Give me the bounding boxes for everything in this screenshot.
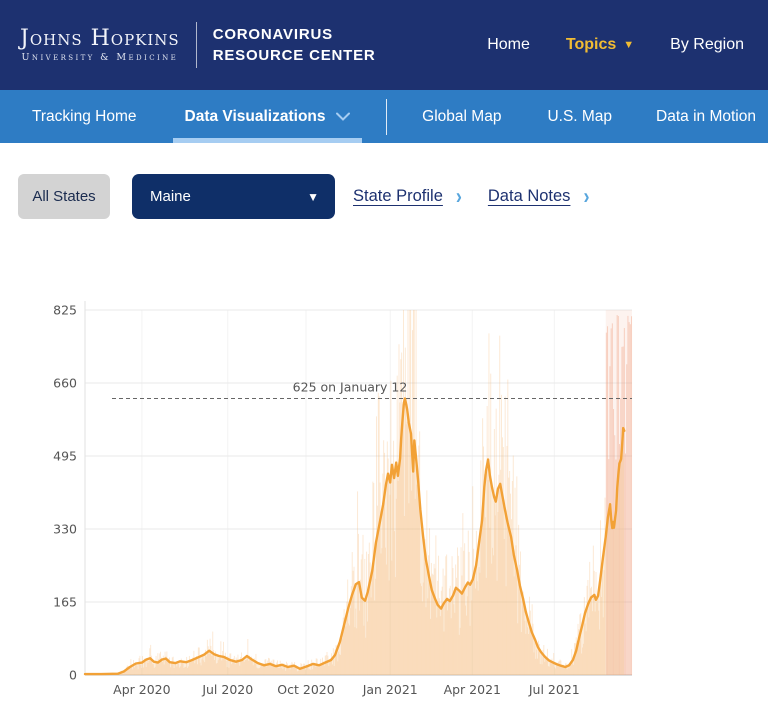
state-profile-link[interactable]: State Profile [353,187,443,206]
svg-text:495: 495 [53,449,77,464]
nav-topics[interactable]: Topics ▼ [566,36,634,54]
jhu-logo-sub: University & Medicine [22,53,179,63]
state-dropdown-value: Maine [150,188,191,205]
svg-text:0: 0 [69,668,77,683]
subnav-data-visualizations-label: Data Visualizations [185,108,326,126]
svg-text:660: 660 [53,376,77,391]
nav-home[interactable]: Home [487,36,530,54]
site-header: Johns Hopkins University & Medicine CORO… [0,0,768,90]
dropdown-caret-icon: ▼ [307,190,319,204]
subnav-global-map-label: Global Map [422,108,501,126]
site-title-line1: CORONAVIRUS [213,24,376,45]
data-notes-link[interactable]: Data Notes [488,187,571,206]
site-title: CORONAVIRUS RESOURCE CENTER [213,24,376,66]
header-nav: Home Topics ▼ By Region [487,36,748,54]
subnav-us-map[interactable]: U.S. Map [535,90,624,143]
state-dropdown[interactable]: Maine ▼ [132,174,335,219]
svg-text:165: 165 [53,595,77,610]
subnav-data-in-motion[interactable]: Data in Motion [644,90,768,143]
subnav-global-map[interactable]: Global Map [410,90,513,143]
svg-text:Jul 2021: Jul 2021 [528,682,580,697]
nav-by-region[interactable]: By Region [670,36,744,54]
header-divider [196,22,197,68]
svg-text:825: 825 [53,303,77,318]
maine-daily-cases-chart: 0 165 330 495 660 825 Apr 2020 Jul 2020 Oct 2020… [0,290,768,709]
svg-text:Oct 2020: Oct 2020 [277,682,334,697]
subnav-data-in-motion-label: Data in Motion [656,108,756,126]
chevron-down-icon [336,112,350,121]
subnav-data-visualizations[interactable]: Data Visualizations [173,90,362,143]
svg-text:625 on January 12: 625 on January 12 [293,379,408,394]
subnav-tracking-home-label: Tracking Home [32,108,137,126]
jhu-logo[interactable]: Johns Hopkins University & Medicine [20,27,180,63]
nav-topics-label: Topics [566,36,616,54]
all-states-button[interactable]: All States [18,174,110,219]
subnav-divider [386,99,387,135]
subnav-us-map-label: U.S. Map [547,108,612,126]
topics-dropdown-icon: ▼ [623,40,634,51]
jhu-logo-main: Johns Hopkins [20,27,180,50]
site-title-line2: RESOURCE CENTER [213,45,376,66]
subnav-tracking-home[interactable]: Tracking Home [20,90,149,143]
svg-text:Jan 2021: Jan 2021 [362,682,418,697]
tracking-subnav: Tracking Home Data Visualizations Global… [0,90,768,143]
chevron-right-icon: › [583,183,589,209]
state-filter-row: All States Maine ▼ State Profile › Data … [0,143,768,219]
svg-text:Apr 2021: Apr 2021 [444,682,501,697]
svg-text:Jul 2020: Jul 2020 [201,682,253,697]
svg-text:Apr 2020: Apr 2020 [113,682,170,697]
svg-text:330: 330 [53,522,77,537]
chevron-right-icon: › [456,183,462,209]
